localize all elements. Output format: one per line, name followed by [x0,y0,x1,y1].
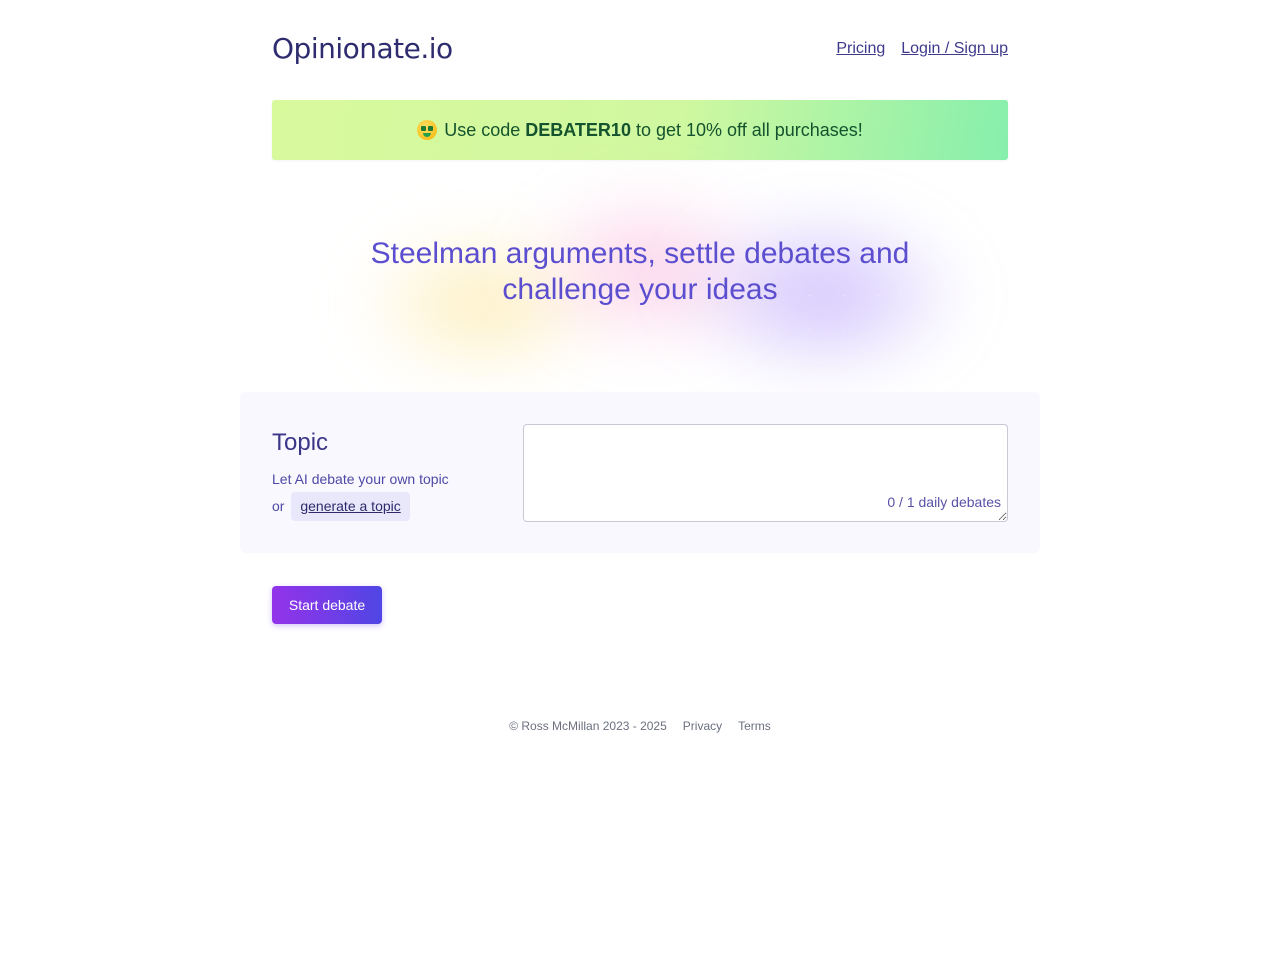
promo-suffix: to get 10% off all purchases! [635,119,863,140]
daily-debates-counter: 0 / 1 daily debates [887,494,1001,510]
top-bar: Opinionate.io Pricing Login / Sign up [272,0,1008,100]
promo-banner: Use code DEBATER10 to get 10% off all pu… [272,100,1008,160]
logo[interactable]: Opinionate.io [272,32,453,65]
pricing-link[interactable]: Pricing [836,40,885,58]
login-signup-link[interactable]: Login / Sign up [901,40,1008,58]
money-mouth-face-icon [417,120,438,140]
footer: © Ross McMillan 2023 - 2025 Privacy Term… [272,719,1008,733]
privacy-link[interactable]: Privacy [683,719,722,733]
copyright: © Ross McMillan 2023 - 2025 [509,719,667,733]
terms-link[interactable]: Terms [738,719,771,733]
topic-input-wrapper: 0 / 1 daily debates [523,424,1008,522]
topic-description-text: Let AI debate your own topic [272,471,449,487]
top-nav: Pricing Login / Sign up [836,40,1008,58]
topic-intro: Topic Let AI debate your own topic or ge… [272,424,523,521]
promo-code: DEBATER10 [525,119,631,140]
hero-headline-line-1: Steelman arguments, settle debates and [370,237,910,270]
page: Opinionate.io Pricing Login / Sign up Us… [240,0,1040,733]
hero: Steelman arguments, settle debates and c… [272,160,1008,392]
promo-prefix: Use code [444,119,521,140]
topic-title: Topic [272,429,329,456]
hero-headline: Steelman arguments, settle debates and c… [360,236,920,308]
topic-card: Topic Let AI debate your own topic or ge… [240,392,1040,553]
topic-or-label: or [272,498,285,514]
hero-headline-line-2: challenge your ideas [502,273,778,306]
topic-description: Let AI debate your own topic or generate… [272,467,523,521]
generate-topic-link[interactable]: generate a topic [291,492,410,521]
start-debate-button[interactable]: Start debate [272,586,382,624]
